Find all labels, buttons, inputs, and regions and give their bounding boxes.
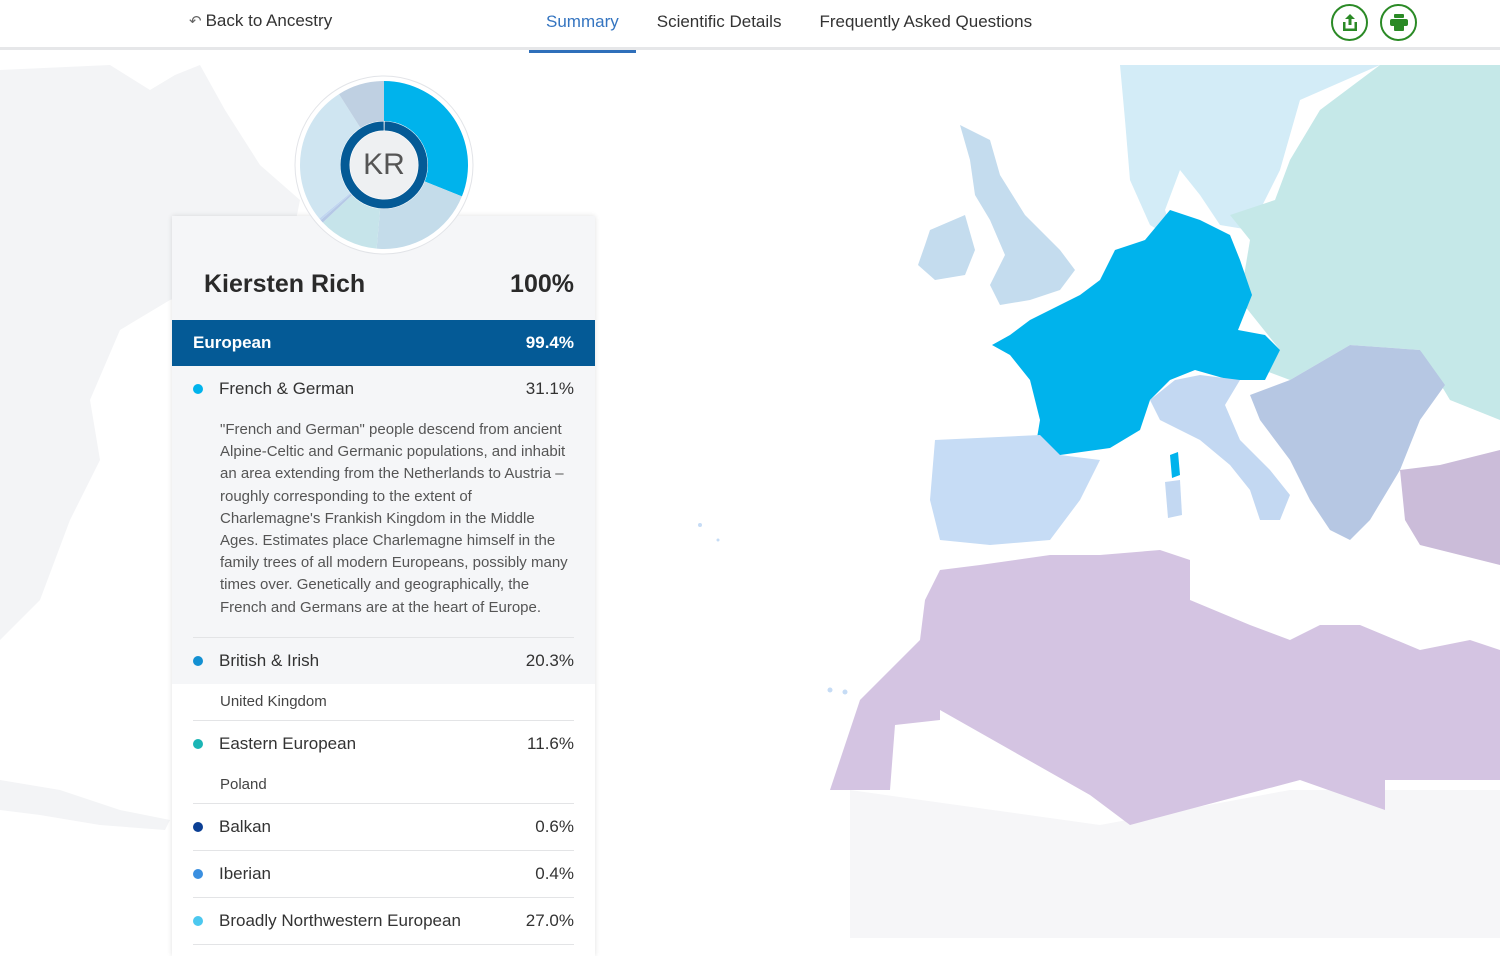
avatar-circle: [350, 131, 418, 199]
population-row-broadly-northwestern-european[interactable]: Broadly Northwestern European 27.0%: [172, 898, 595, 944]
group-percent: 99.4%: [525, 333, 574, 352]
back-label: Back to Ancestry: [205, 11, 333, 30]
back-to-ancestry-link[interactable]: ↶ Back to Ancestry: [189, 11, 332, 31]
map-region-caribbean: [0, 780, 170, 830]
population-label: French & German: [219, 379, 355, 398]
sublocation-united-kingdom[interactable]: United Kingdom: [172, 684, 595, 720]
tab-summary[interactable]: Summary: [529, 0, 636, 53]
population-row-balkan[interactable]: Balkan 0.6%: [172, 804, 595, 850]
population-color-dot: [193, 915, 203, 926]
population-percent: 27.0%: [525, 910, 574, 930]
map-region-north-african: [830, 550, 1500, 825]
population-row-eastern-european[interactable]: Eastern European 11.6%: [172, 721, 595, 767]
population-label: Iberian: [219, 863, 271, 883]
sublocation-poland[interactable]: Poland: [172, 767, 595, 803]
population-label: Broadly Northwestern European: [219, 910, 461, 930]
tab-faq[interactable]: Frequently Asked Questions: [800, 0, 1049, 50]
population-color-dot: [193, 821, 203, 832]
population-row-iberian[interactable]: Iberian 0.4%: [172, 851, 595, 897]
population-label: British & Irish: [219, 650, 320, 670]
map-region-western-asian: [1400, 450, 1500, 565]
population-color-dot: [193, 655, 203, 666]
group-label: European: [193, 333, 272, 352]
population-color-dot: [193, 738, 203, 749]
divider: [193, 943, 574, 945]
share-button[interactable]: [1331, 4, 1368, 41]
share-upload-icon: [1342, 13, 1357, 31]
population-color-dot: [193, 384, 203, 394]
population-label: Eastern European: [219, 733, 357, 753]
donut-svg: [294, 75, 474, 255]
map-region-ireland: [918, 215, 975, 280]
profile-name: Kiersten Rich: [204, 270, 366, 298]
ancestry-composition-card: Kiersten Rich 100% European 99.4% French…: [172, 216, 595, 956]
population-percent: 0.6%: [535, 816, 574, 836]
group-row-european[interactable]: European 99.4%: [172, 320, 595, 366]
map-region-corsica: [1170, 452, 1180, 478]
population-percent: 11.6%: [527, 733, 574, 753]
printer-icon: [1389, 13, 1408, 31]
population-description: "French and German" people descend from …: [172, 412, 595, 637]
tab-bar: Summary Scientific Details Frequently As…: [529, 0, 1049, 53]
population-percent: 31.1%: [525, 379, 574, 398]
ancestry-donut-chart[interactable]: KR: [294, 75, 474, 255]
population-percent: 0.4%: [535, 863, 574, 883]
map-region-british-irish: [960, 125, 1075, 305]
population-label: Balkan: [219, 816, 271, 836]
back-arrow-icon: ↶: [189, 13, 202, 30]
tab-scientific-details[interactable]: Scientific Details: [636, 0, 801, 50]
population-color-dot: [193, 868, 203, 879]
population-percent: 20.3%: [525, 650, 574, 670]
population-row-british-irish[interactable]: British & Irish 20.3%: [172, 637, 595, 684]
population-row-french-german[interactable]: French & German 31.1%: [172, 366, 595, 412]
profile-total-percent: 100%: [510, 270, 574, 298]
top-nav: ↶ Back to Ancestry Summary Scientific De…: [0, 0, 1500, 53]
print-button[interactable]: [1380, 4, 1417, 41]
map-region-sardinia: [1165, 480, 1182, 518]
